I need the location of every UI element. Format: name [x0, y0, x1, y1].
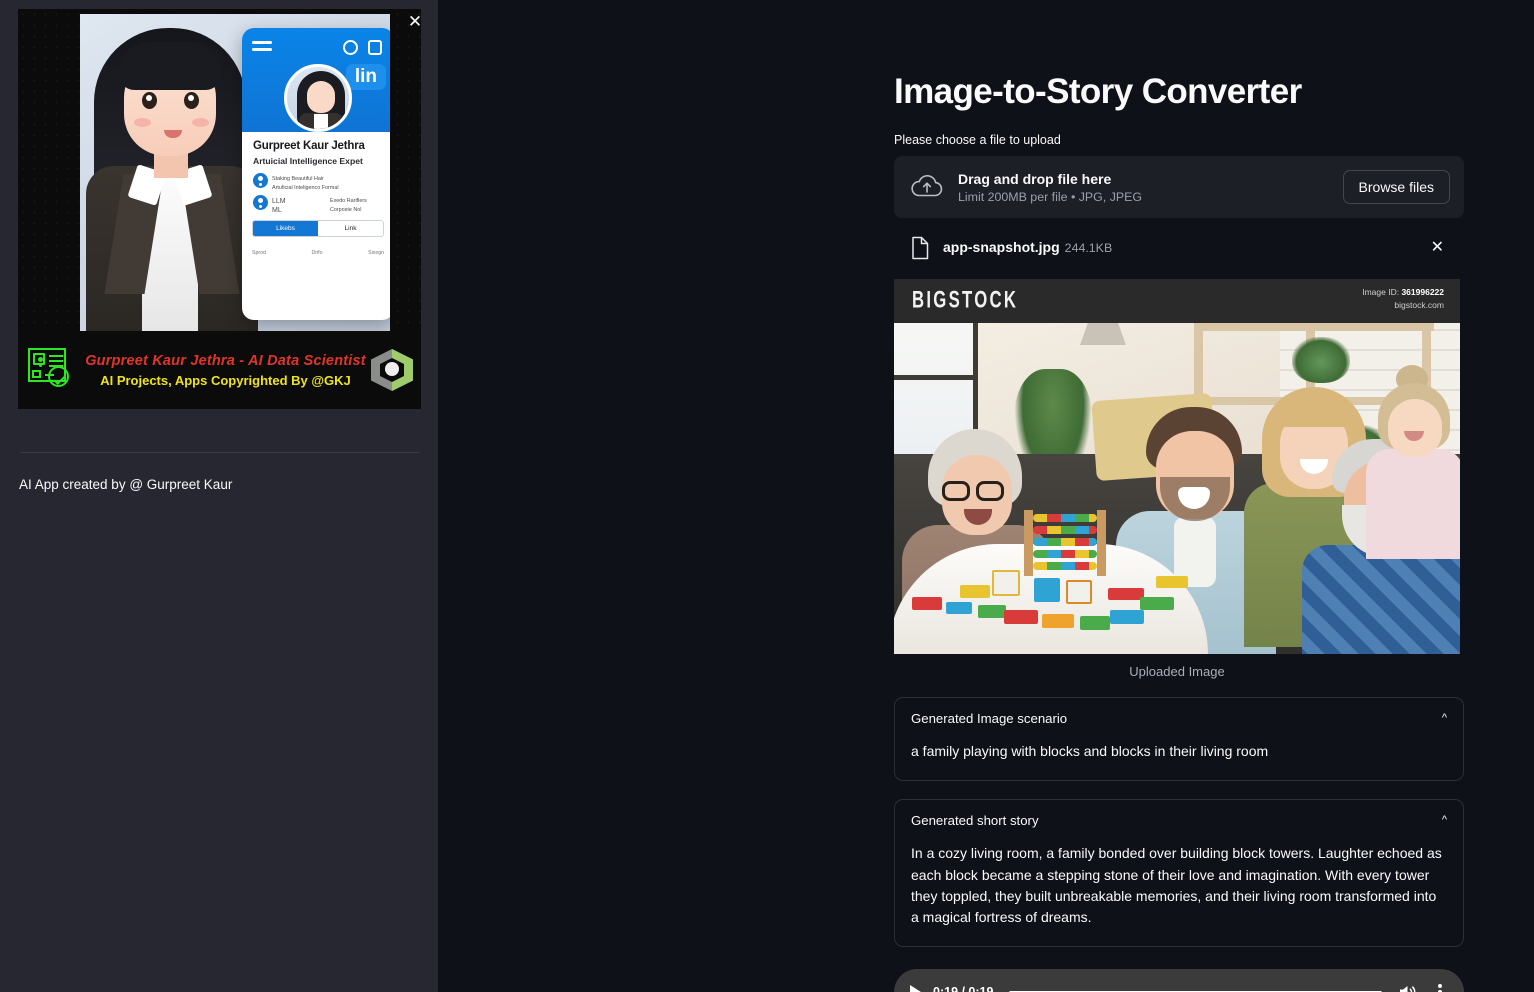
dropzone-headline: Drag and drop file here [958, 170, 1112, 187]
cloud-upload-icon [910, 174, 944, 200]
profile-detail-4: ML [272, 207, 282, 214]
banner-title: Gurpreet Kaur Jethra - AI Data Scientist [85, 352, 366, 369]
remove-file-icon[interactable]: ✕ [1425, 236, 1450, 260]
content-column: Image-to-Story Converter Please choose a… [894, 0, 1464, 992]
expander-short-story: Generated short story ^ In a cozy living… [894, 799, 1464, 948]
profile-card: lin Gurpreet Kaur Jethra Artuicial Intel… [242, 28, 390, 320]
audio-player: 0:19 / 0:19 [894, 969, 1464, 992]
settings-icon [343, 40, 358, 55]
audio-time: 0:19 / 0:19 [933, 985, 993, 992]
profile-avatar-face [307, 81, 335, 113]
sidebar-divider [20, 452, 420, 453]
file-name-group: app-snapshot.jpg 244.1KB [943, 239, 1112, 257]
uploaded-image-block: BIGSTOCK Image ID: 361996222 bigstock.co… [894, 279, 1460, 679]
avatar-fringe [118, 42, 222, 90]
upload-label: Please choose a file to upload [894, 133, 1061, 147]
expander-short-story-body: In a cozy living room, a family bonded o… [911, 845, 1442, 926]
banner-subtitle: AI Projects, Apps Copyrighted By @GKJ [100, 372, 351, 388]
expander-image-scenario-body: a family playing with blocks and blocks … [911, 743, 1269, 759]
app-root: ✕ lin Gurpreet Kaur Jethra Artuicial Int… [0, 0, 1534, 992]
profile-badge-icon-1 [253, 173, 268, 188]
profile-footer-2: Drifo [311, 250, 323, 256]
profile-footer-1: Sprod [252, 250, 266, 256]
profile-card-buttons: Likebs Link [252, 220, 384, 237]
avatar-eye-left [142, 92, 157, 109]
sidebar-close-icon[interactable]: ✕ [402, 8, 428, 34]
watermark-brand: BIGSTOCK [912, 287, 1019, 314]
watermark-id-value: 361996222 [1401, 287, 1444, 297]
avatar-eye-right [184, 92, 199, 109]
linkedin-badge: lin [345, 64, 386, 90]
expander-image-scenario-header[interactable]: Generated Image scenario ^ [895, 698, 1463, 735]
profile-card-name: Gurpreet Kaur Jethra [253, 140, 365, 152]
chevron-up-icon[interactable]: ^ [1442, 815, 1447, 826]
profile-detail-1: Staking Beautiful Hair [272, 176, 324, 182]
id-card-verified-icon [26, 346, 74, 394]
profile-avatar-shirt [314, 114, 328, 129]
watermark-meta: Image ID: 361996222 bigstock.com [1362, 286, 1444, 312]
dropzone-texts: Drag and drop file here Limit 200MB per … [958, 171, 1329, 204]
expander-image-scenario-title: Generated Image scenario [911, 711, 1068, 726]
edit-icon [368, 40, 382, 55]
file-size: 244.1KB [1064, 241, 1113, 255]
file-name: app-snapshot.jpg [943, 239, 1060, 255]
profile-detail-2: Artuficial Inteligenco Formal [272, 185, 339, 191]
profile-detail-5: Exedo Rariflers [330, 198, 367, 204]
expander-short-story-title: Generated short story [911, 813, 1039, 829]
expander-short-story-header[interactable]: Generated short story ^ [895, 800, 1463, 837]
image-watermark-bar: BIGSTOCK Image ID: 361996222 bigstock.co… [894, 279, 1460, 323]
watermark-image-id: Image ID: 361996222 [1362, 286, 1444, 299]
page-title: Image-to-Story Converter [894, 72, 1302, 111]
chevron-up-icon[interactable]: ^ [1442, 713, 1447, 724]
sidebar-banner-image: lin Gurpreet Kaur Jethra Artuicial Intel… [18, 9, 421, 409]
banner-artwork: lin Gurpreet Kaur Jethra Artuicial Intel… [80, 14, 390, 332]
sidebar: ✕ lin Gurpreet Kaur Jethra Artuicial Int… [0, 0, 438, 992]
profile-secondary-button: Link [318, 221, 383, 236]
person-child [1360, 365, 1460, 565]
sidebar-credit-text: AI App created by @ Gurpreet Kaur [19, 477, 233, 492]
file-icon [910, 236, 930, 260]
banner-caption-strip: Gurpreet Kaur Jethra - AI Data Scientist… [18, 331, 421, 409]
watermark-id-label: Image ID: [1362, 287, 1400, 297]
banner-text-group: Gurpreet Kaur Jethra - AI Data Scientist… [80, 353, 371, 388]
play-icon[interactable] [910, 985, 921, 992]
uploaded-image: BIGSTOCK Image ID: 361996222 bigstock.co… [894, 279, 1460, 654]
uploaded-file-row: app-snapshot.jpg 244.1KB ✕ [894, 226, 1464, 270]
watermark-url: bigstock.com [1394, 299, 1444, 310]
profile-footer-3: Sixegn [368, 250, 384, 256]
main-content: Image-to-Story Converter Please choose a… [438, 0, 1534, 992]
browse-files-button[interactable]: Browse files [1342, 170, 1450, 204]
profile-badge-icon-2 [253, 195, 268, 210]
file-dropzone[interactable]: Drag and drop file here Limit 200MB per … [894, 156, 1464, 218]
profile-avatar [284, 64, 352, 132]
abacus-toy [1024, 510, 1106, 576]
dropzone-limit: Limit 200MB per file • JPG, JPEG [958, 189, 1143, 204]
avatar-blush-left [134, 118, 151, 127]
avatar-blush-right [192, 118, 209, 127]
uploaded-image-caption: Uploaded Image [1129, 664, 1225, 679]
profile-card-footer: Sprod Drifo Sixegn [252, 250, 384, 256]
profile-primary-button: Likebs [253, 221, 318, 236]
profile-card-role: Artuicial Intelligence Expet [253, 156, 363, 166]
menu-icon [252, 41, 272, 44]
hexagon-logo-icon [371, 349, 413, 391]
expander-image-scenario: Generated Image scenario ^ a family play… [894, 697, 1464, 782]
volume-icon[interactable] [1398, 983, 1418, 992]
profile-detail-6: Corposte Nol [330, 207, 362, 213]
